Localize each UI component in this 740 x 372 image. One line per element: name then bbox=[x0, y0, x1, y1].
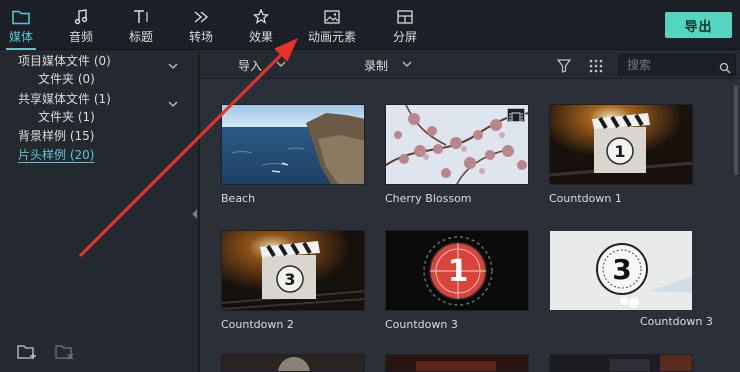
record-label: 录制 bbox=[364, 58, 389, 73]
delete-folder-icon[interactable] bbox=[55, 344, 75, 364]
tab-media[interactable]: 媒体 bbox=[4, 0, 38, 50]
search-input[interactable] bbox=[627, 57, 715, 73]
record-dropdown[interactable]: 录制 bbox=[364, 51, 412, 79]
folder-icon bbox=[12, 8, 30, 26]
tile-name: Countdown 1 bbox=[549, 192, 622, 205]
svg-text:3: 3 bbox=[284, 270, 295, 289]
tab-media-label: 媒体 bbox=[8, 30, 33, 44]
tab-elements[interactable]: 动画元素 bbox=[306, 0, 358, 50]
media-browser: 导入 录制 搜索 Beach Cherry Blossom 1 Countdow… bbox=[200, 51, 740, 372]
chevron-down-icon[interactable] bbox=[168, 94, 178, 107]
thumbnail-partial bbox=[221, 354, 365, 372]
tab-split-screen[interactable]: 分屏 bbox=[388, 0, 422, 50]
music-note-icon bbox=[73, 8, 89, 26]
film-strip-icon bbox=[507, 108, 525, 124]
tab-effects-label: 效果 bbox=[248, 30, 273, 44]
thumbnail-countdown-3-light: 3 bbox=[549, 230, 693, 311]
top-toolbar: 媒体 音频 标题 转场 效果 动画元素 分屏 导出 bbox=[0, 0, 740, 50]
thumbnail-partial bbox=[549, 354, 693, 372]
search-box[interactable] bbox=[618, 54, 736, 76]
media-scrollbar-thumb[interactable] bbox=[734, 85, 738, 175]
tab-titles[interactable]: 标题 bbox=[124, 0, 158, 50]
tree-item-shared-media[interactable]: 共享媒体文件 (1) bbox=[18, 91, 111, 107]
tab-audio-label: 音频 bbox=[68, 30, 93, 44]
search-icon[interactable] bbox=[719, 59, 731, 78]
text-icon bbox=[132, 8, 150, 26]
tile-name: Beach bbox=[221, 192, 256, 205]
tile-name: Countdown 3 bbox=[640, 315, 713, 328]
filter-icon[interactable] bbox=[556, 58, 572, 77]
thumbnail-countdown-2: 3 bbox=[221, 230, 365, 311]
new-folder-icon[interactable] bbox=[17, 344, 37, 364]
tab-transitions[interactable]: 转场 bbox=[184, 0, 218, 50]
sidebar-footer bbox=[0, 332, 192, 372]
chevron-down-icon bbox=[276, 58, 286, 72]
grid-view-icon[interactable] bbox=[589, 58, 603, 77]
chevron-down-icon bbox=[402, 58, 412, 72]
thumbnail-partial bbox=[385, 354, 529, 372]
tab-titles-label: 标题 bbox=[128, 30, 153, 44]
svg-text:1: 1 bbox=[448, 254, 469, 289]
media-toolbar: 导入 录制 bbox=[200, 51, 740, 79]
tree-item-project-folder[interactable]: 文件夹 (0) bbox=[38, 71, 95, 87]
export-button[interactable]: 导出 bbox=[665, 12, 732, 38]
image-icon bbox=[323, 8, 341, 26]
tile-name: Cherry Blossom bbox=[385, 192, 472, 205]
svg-text:1: 1 bbox=[614, 142, 625, 161]
tab-transitions-label: 转场 bbox=[188, 30, 213, 44]
import-dropdown[interactable]: 导入 bbox=[238, 51, 286, 79]
tab-elements-label: 动画元素 bbox=[307, 30, 356, 44]
thumbnail-beach bbox=[221, 104, 365, 185]
thumbnail-countdown-3: 1 bbox=[385, 230, 529, 311]
split-screen-icon bbox=[396, 8, 414, 26]
tab-audio[interactable]: 音频 bbox=[64, 0, 98, 50]
thumbnail-cherry-blossom bbox=[385, 104, 529, 185]
transition-icon bbox=[192, 8, 210, 26]
svg-text:3: 3 bbox=[612, 253, 631, 286]
tab-effects[interactable]: 效果 bbox=[244, 0, 278, 50]
effects-icon bbox=[252, 8, 270, 26]
import-label: 导入 bbox=[238, 58, 263, 73]
chevron-down-icon[interactable] bbox=[168, 56, 178, 69]
tile-name: Countdown 3 bbox=[385, 318, 458, 331]
thumbnail-countdown-1: 1 bbox=[549, 104, 693, 185]
tree-item-project-media[interactable]: 项目媒体文件 (0) bbox=[18, 53, 111, 69]
tree-item-shared-folder[interactable]: 文件夹 (1) bbox=[38, 109, 95, 125]
tree-item-intro-samples[interactable]: 片头样例 (20) bbox=[18, 147, 94, 163]
tree-item-background-samples[interactable]: 背景样例 (15) bbox=[18, 128, 94, 144]
tile-name: Countdown 2 bbox=[221, 318, 294, 331]
media-library-sidebar: 项目媒体文件 (0) 文件夹 (0) 共享媒体文件 (1) 文件夹 (1) 背景… bbox=[0, 51, 192, 372]
tab-split-screen-label: 分屏 bbox=[392, 30, 417, 44]
